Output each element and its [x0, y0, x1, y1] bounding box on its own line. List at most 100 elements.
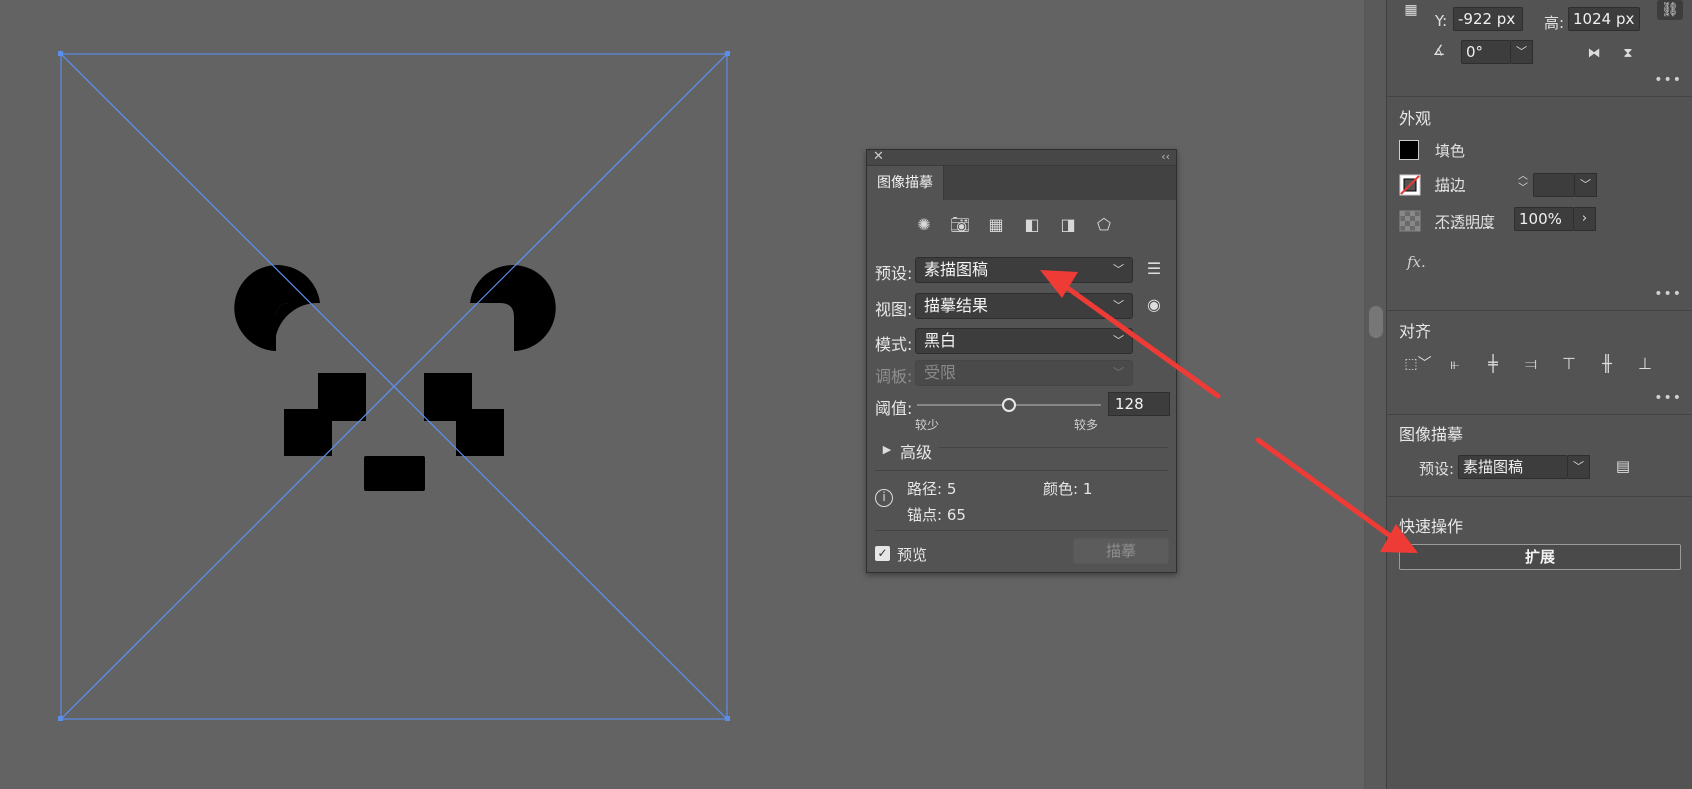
mode-select[interactable]: 黑白 ﹀	[915, 328, 1133, 354]
fill-swatch[interactable]	[1399, 140, 1419, 160]
angle-field[interactable]: 0°	[1461, 40, 1511, 64]
angle-icon: ∡	[1432, 43, 1446, 59]
align-bottom-icon[interactable]: ⊥	[1633, 354, 1657, 374]
disclosure-triangle-icon[interactable]: ▶	[881, 440, 893, 460]
auto-color-icon[interactable]: ✺	[912, 214, 936, 236]
image-trace-preset-chevron-icon[interactable]: ﹀	[1568, 455, 1590, 479]
preview-label: 预览	[897, 546, 928, 564]
preset-value: 素描图稿	[924, 260, 989, 279]
paths-count: 路径: 5	[907, 480, 957, 498]
align-title: 对齐	[1399, 322, 1432, 341]
info-icon: i	[875, 489, 893, 507]
divider	[875, 470, 1168, 471]
reference-point-icon[interactable]: ▦	[1399, 0, 1423, 20]
align-to-selection-icon[interactable]: ⬚﹀	[1403, 354, 1433, 374]
align-right-icon[interactable]: ⫤	[1519, 354, 1543, 374]
panel-title-bar[interactable]: ✕ ‹‹	[867, 149, 1176, 166]
image-trace-title: 图像描摹	[1399, 425, 1464, 444]
constrain-link-icon[interactable]: ⛓	[1657, 0, 1683, 20]
outline-icon[interactable]: ⬠	[1092, 214, 1116, 236]
stroke-weight-field[interactable]	[1533, 173, 1575, 197]
left-ear-shape	[274, 302, 320, 351]
palette-label: 调板:	[875, 367, 913, 386]
panel-tab-bar: 图像描摹	[867, 166, 1176, 200]
black-and-white-icon[interactable]: ◨	[1056, 214, 1080, 236]
threshold-input[interactable]: 128	[1108, 392, 1170, 416]
preset-label: 预设:	[875, 264, 913, 283]
y-label: Y:	[1435, 12, 1448, 30]
advanced-toggle[interactable]: 高级	[900, 439, 932, 463]
align-top-icon[interactable]: ⊤	[1557, 354, 1581, 374]
view-select[interactable]: 描摹结果 ﹀	[915, 293, 1133, 319]
eye-icon[interactable]: ◉	[1143, 295, 1165, 315]
expand-button[interactable]: 扩展	[1399, 544, 1681, 570]
right-ear-shape-main	[470, 265, 556, 351]
y-field[interactable]: -922 px	[1453, 7, 1523, 31]
more-options-icon[interactable]: •••	[1654, 390, 1682, 406]
chevron-down-icon: ﹀	[1113, 263, 1124, 276]
flip-horizontal-icon[interactable]: ⧓	[1583, 44, 1605, 64]
divider	[1387, 310, 1692, 311]
angle-dropdown-chevron-icon[interactable]: ﹀	[1511, 40, 1533, 64]
stroke-weight-chevron-icon[interactable]: ﹀	[1575, 173, 1597, 197]
height-label: 高:	[1544, 14, 1565, 32]
more-label: 较多	[1074, 418, 1099, 432]
image-trace-panel[interactable]: ✕ ‹‹ 图像描摹 ✺ 📷︎ ▦ ◧ ◨ ⬠ 预设: 素描图稿 ﹀ ☰ 视图: …	[866, 149, 1177, 573]
divider	[875, 530, 1168, 531]
preview-checkbox[interactable]: ✓	[875, 546, 890, 561]
divider	[1387, 496, 1692, 497]
opacity-more-chevron-icon[interactable]: ›	[1574, 207, 1596, 231]
image-trace-panel-icon[interactable]: ▤	[1611, 456, 1635, 476]
mode-value: 黑白	[924, 331, 957, 350]
align-left-icon[interactable]: ⫦	[1443, 354, 1467, 374]
preset-select[interactable]: 素描图稿 ﹀	[915, 257, 1133, 283]
grayscale-icon[interactable]: ◧	[1020, 214, 1044, 236]
collapse-icon[interactable]: ‹‹	[1161, 150, 1170, 163]
anchors-count: 锚点: 65	[907, 506, 966, 524]
view-label: 视图:	[875, 300, 913, 319]
view-value: 描摹结果	[924, 296, 989, 315]
threshold-label: 阈值:	[875, 399, 913, 418]
less-label: 较少	[915, 418, 940, 432]
palette-value: 受限	[924, 363, 957, 382]
mode-label: 模式:	[875, 335, 913, 354]
colors-count: 颜色: 1	[1043, 480, 1093, 498]
low-color-grid-icon[interactable]: ▦	[984, 214, 1008, 236]
height-field[interactable]: 1024 px	[1568, 7, 1640, 31]
align-horizontal-center-icon[interactable]: ╪	[1481, 354, 1505, 374]
stroke-none-swatch[interactable]	[1399, 174, 1421, 196]
more-options-icon[interactable]: •••	[1654, 72, 1682, 88]
mouth-block	[364, 456, 425, 491]
high-color-camera-icon[interactable]: 📷︎	[948, 214, 972, 236]
close-icon[interactable]: ✕	[873, 149, 884, 164]
fill-label[interactable]: 填色	[1435, 140, 1465, 161]
stroke-label[interactable]: 描边	[1435, 174, 1465, 195]
opacity-label[interactable]: 不透明度	[1435, 211, 1495, 232]
more-options-icon[interactable]: •••	[1654, 286, 1682, 302]
fx-effects-button[interactable]: fx.	[1407, 253, 1426, 271]
opacity-checker-icon	[1399, 210, 1421, 232]
stroke-weight-stepper-icon[interactable]: ︿ ﹀	[1515, 171, 1531, 195]
left-ear-shape-main	[234, 265, 320, 351]
divider	[1387, 96, 1692, 97]
tab-image-trace[interactable]: 图像描摹	[867, 166, 944, 200]
advanced-divider	[939, 447, 1168, 448]
palette-select: 受限 ﹀	[915, 360, 1133, 386]
chevron-down-icon: ﹀	[1113, 334, 1124, 347]
preset-menu-list-icon[interactable]: ☰	[1143, 259, 1165, 279]
opacity-field[interactable]: 100%	[1514, 207, 1574, 231]
trace-button: 描摹	[1073, 538, 1169, 564]
align-vertical-center-icon[interactable]: ╫	[1595, 354, 1619, 374]
chevron-down-icon: ﹀	[1113, 299, 1124, 312]
right-eye-lower-block	[456, 409, 504, 456]
flip-vertical-icon[interactable]: ⧗	[1617, 44, 1639, 64]
image-trace-preset-select[interactable]: 素描图稿	[1458, 455, 1568, 479]
divider	[1387, 414, 1692, 415]
panel-scrollbar[interactable]	[1364, 0, 1386, 789]
chevron-down-icon: ﹀	[1113, 366, 1124, 379]
appearance-title: 外观	[1399, 109, 1432, 128]
threshold-slider-thumb[interactable]	[1002, 398, 1016, 412]
quick-actions-title: 快速操作	[1399, 517, 1464, 536]
left-eye-lower-block	[284, 409, 332, 456]
scrollbar-thumb[interactable]	[1369, 306, 1383, 338]
